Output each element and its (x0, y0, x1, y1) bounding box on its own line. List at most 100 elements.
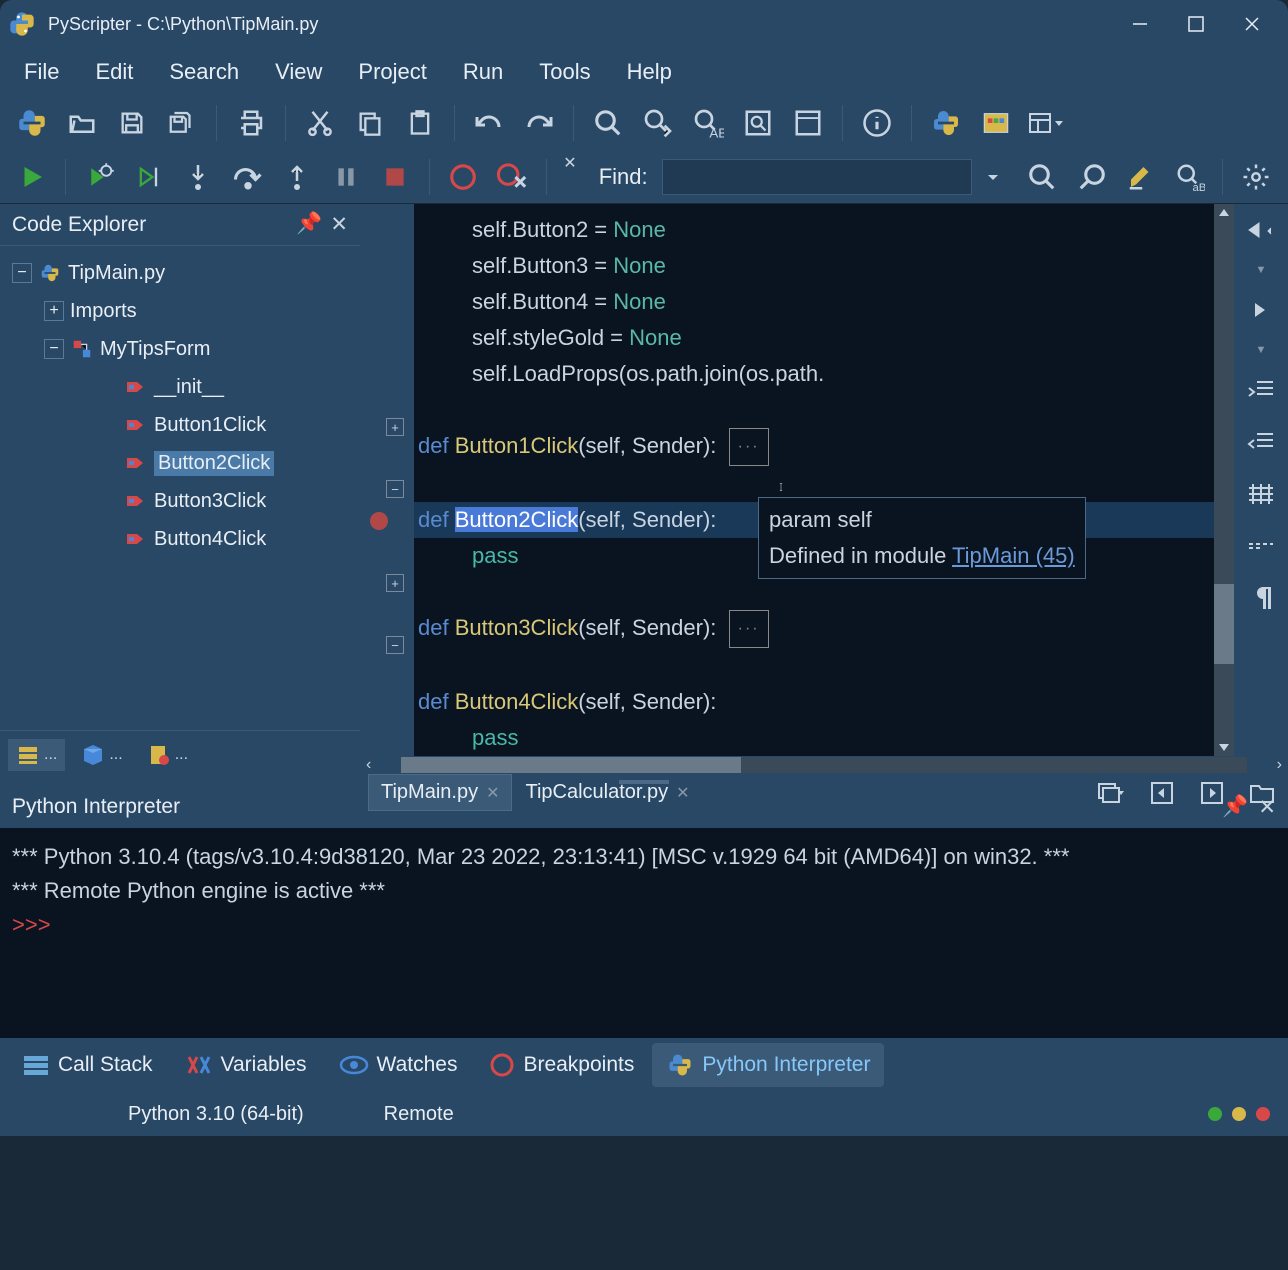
find-icon[interactable] (590, 105, 626, 141)
pilcrow-icon[interactable] (1243, 580, 1279, 616)
close-find-icon[interactable]: ✕ (563, 153, 576, 173)
minimize-button[interactable] (1112, 0, 1168, 48)
collapse-icon[interactable]: − (44, 339, 64, 359)
tree-class[interactable]: − MyTipsForm (4, 330, 356, 368)
collapse-icon[interactable]: − (12, 263, 32, 283)
pin-icon[interactable]: 📌 (1222, 795, 1248, 819)
nav-back-icon[interactable] (1243, 212, 1279, 248)
run-icon[interactable] (14, 159, 49, 195)
tooltip-link[interactable]: TipMain (45) (952, 543, 1075, 568)
editor-area: + − + − self.Button2 = None self.Button3… (360, 204, 1288, 778)
gui-grid-icon[interactable] (978, 105, 1014, 141)
debug-icon[interactable] (82, 159, 117, 195)
close-panel-icon[interactable]: ✕ (1258, 795, 1276, 820)
dedent-icon[interactable] (1243, 424, 1279, 460)
tree-imports[interactable]: + Imports (4, 292, 356, 330)
step-into-icon[interactable] (181, 159, 216, 195)
folded-code-icon[interactable]: ··· (729, 428, 769, 466)
fold-expand-icon[interactable]: + (386, 418, 404, 436)
indent-icon[interactable] (1243, 372, 1279, 408)
nav-forward-icon[interactable] (1243, 292, 1279, 328)
tab-watches[interactable]: Watches (325, 1045, 472, 1085)
paste-icon[interactable] (402, 105, 438, 141)
sidebar-tab-explorer[interactable]: ... (8, 739, 65, 771)
find-input[interactable] (662, 159, 972, 195)
tab-python-interpreter[interactable]: Python Interpreter (652, 1043, 884, 1087)
menu-help[interactable]: Help (627, 59, 672, 85)
menu-file[interactable]: File (24, 59, 59, 85)
print-icon[interactable] (233, 105, 269, 141)
find-prev-2-icon[interactable] (1074, 159, 1109, 195)
line-icon[interactable] (1243, 528, 1279, 564)
bottom-tabs: Call Stack Variables Watches Breakpoints… (0, 1038, 1288, 1092)
method-icon (124, 527, 148, 551)
run-to-cursor-icon[interactable] (131, 159, 166, 195)
folded-code-icon[interactable]: ··· (729, 610, 769, 648)
fold-expand-icon[interactable]: + (386, 574, 404, 592)
tab-variables[interactable]: Variables (171, 1045, 321, 1085)
pause-icon[interactable] (328, 159, 363, 195)
maximize-button[interactable] (1168, 0, 1224, 48)
stop-icon[interactable] (378, 159, 413, 195)
redo-icon[interactable] (521, 105, 557, 141)
replace-icon[interactable]: AB (690, 105, 726, 141)
open-icon[interactable] (64, 105, 100, 141)
find-in-files-icon[interactable] (740, 105, 776, 141)
horizontal-scrollbar[interactable]: ‹ › (360, 756, 1288, 774)
highlight-icon[interactable] (1123, 159, 1158, 195)
python-icon[interactable] (928, 105, 964, 141)
interpreter-output[interactable]: *** Python 3.10.4 (tags/v3.10.4:9d38120,… (0, 828, 1288, 1038)
expand-icon[interactable]: + (44, 301, 64, 321)
info-icon[interactable] (859, 105, 895, 141)
cut-icon[interactable] (302, 105, 338, 141)
breakpoint-marker[interactable] (370, 512, 388, 530)
menu-run[interactable]: Run (463, 59, 503, 85)
tab-callstack[interactable]: Call Stack (8, 1045, 167, 1085)
code-editor[interactable]: self.Button2 = None self.Button3 = None … (414, 204, 1214, 756)
menu-edit[interactable]: Edit (95, 59, 133, 85)
tree-method-selected[interactable]: Button2Click (4, 444, 356, 482)
code-tree[interactable]: − TipMain.py + Imports − MyTipsForm __in… (0, 246, 360, 730)
tree-root[interactable]: − TipMain.py (4, 254, 356, 292)
clear-breakpoints-icon[interactable] (495, 159, 530, 195)
menu-view[interactable]: View (275, 59, 322, 85)
layout-dropdown-icon[interactable] (1028, 105, 1064, 141)
tree-method[interactable]: Button4Click (4, 520, 356, 558)
interpreter-panel: Python Interpreter 📌 ✕ *** Python 3.10.4… (0, 786, 1288, 1038)
find-next-icon[interactable] (640, 105, 676, 141)
menu-project[interactable]: Project (358, 59, 426, 85)
breakpoint-icon[interactable] (446, 159, 481, 195)
vertical-scrollbar[interactable] (1214, 204, 1234, 756)
menu-search[interactable]: Search (169, 59, 239, 85)
tree-method[interactable]: Button3Click (4, 482, 356, 520)
copy-icon[interactable] (352, 105, 388, 141)
new-python-icon[interactable] (14, 105, 50, 141)
code-explorer-header: Code Explorer 📌 ✕ (0, 204, 360, 246)
python-file-icon (38, 261, 62, 285)
settings-icon[interactable] (1239, 159, 1274, 195)
undo-icon[interactable] (471, 105, 507, 141)
close-button[interactable] (1224, 0, 1280, 48)
step-over-icon[interactable] (230, 159, 265, 195)
browser-icon[interactable] (790, 105, 826, 141)
step-out-icon[interactable] (279, 159, 314, 195)
editor-gutter[interactable]: + − + − (360, 204, 414, 756)
save-all-icon[interactable] (164, 105, 200, 141)
tab-breakpoints[interactable]: Breakpoints (475, 1044, 648, 1086)
save-icon[interactable] (114, 105, 150, 141)
dropdown-icon[interactable] (976, 159, 1011, 195)
fold-collapse-icon[interactable]: − (386, 636, 404, 654)
menu-tools[interactable]: Tools (539, 59, 590, 85)
search-opts-icon[interactable]: aB (1173, 159, 1208, 195)
sidebar-tab-files[interactable]: ... (139, 739, 196, 771)
pin-icon[interactable]: 📌 (296, 212, 322, 237)
method-icon (124, 375, 148, 399)
status-python-version: Python 3.10 (64-bit) (128, 1103, 304, 1126)
fold-collapse-icon[interactable]: − (386, 480, 404, 498)
find-next-2-icon[interactable] (1025, 159, 1060, 195)
close-panel-icon[interactable]: ✕ (330, 212, 348, 237)
tree-method[interactable]: __init__ (4, 368, 356, 406)
tree-method[interactable]: Button1Click (4, 406, 356, 444)
sidebar-tab-project[interactable]: ... (73, 739, 130, 771)
comment-icon[interactable] (1243, 476, 1279, 512)
